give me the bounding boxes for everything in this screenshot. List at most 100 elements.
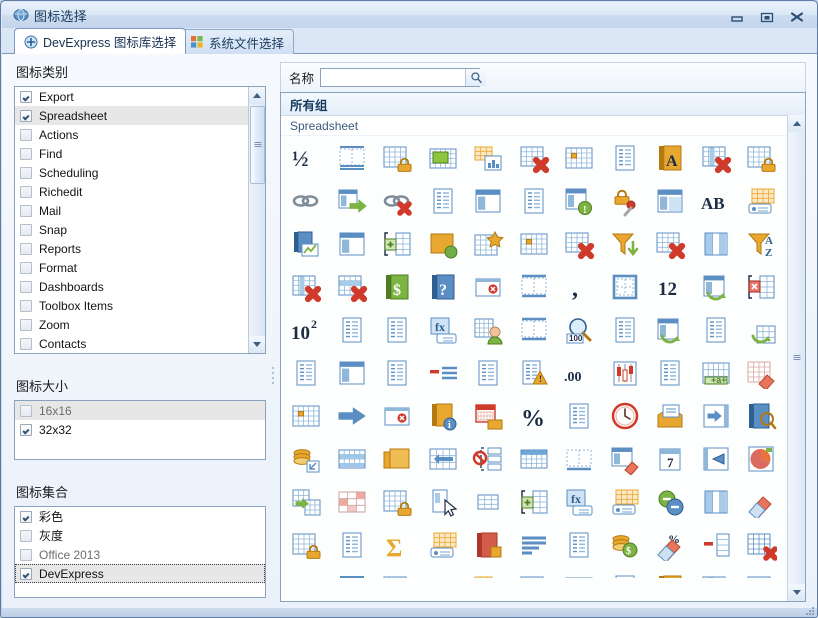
checkbox-icon[interactable] [20,280,32,293]
filter-sort-down-icon[interactable] [603,222,647,265]
table-restrict-icon[interactable] [466,437,510,480]
checkbox-icon[interactable] [20,147,32,160]
window-form-icon[interactable] [330,351,374,394]
column-delete-icon-partial[interactable] [694,566,738,578]
percent-glyph-icon[interactable]: % [512,394,556,437]
arrow-right-blue-icon[interactable] [330,394,374,437]
table-insert-column-icon[interactable] [375,222,419,265]
table-chart-icon[interactable] [466,136,510,179]
category-item-14[interactable]: Conditional Formatting [15,353,265,354]
link-break-icon[interactable] [375,179,419,222]
icon-grid[interactable]: ½A!ABAZ$?,12102fx100!.00+a+i%7fxΣ$%½A [281,136,787,601]
page-prev-icon[interactable] [694,437,738,480]
category-item-11[interactable]: Toolbox Items [15,296,265,315]
category-item-12[interactable]: Zoom [15,315,265,334]
document-lines3-icon[interactable] [330,523,374,566]
book-chart-icon[interactable] [284,222,328,265]
zoom-100-icon[interactable]: 100 [557,308,601,351]
document-grid4-icon[interactable] [284,351,328,394]
indent-decrease-icon[interactable] [421,351,465,394]
category-item-5[interactable]: Richedit [15,182,265,201]
window-panel-icon[interactable] [466,179,510,222]
book-dollar-icon[interactable]: $ [375,265,419,308]
checkbox-icon[interactable] [20,128,32,141]
checkbox-icon[interactable] [20,299,32,312]
panel-export-arrow-icon[interactable] [330,179,374,222]
table-export-green-icon[interactable] [284,480,328,523]
table-cell-highlight-icon[interactable] [512,222,556,265]
lock-key-icon[interactable] [603,179,647,222]
table-cell-orange2-icon[interactable] [284,394,328,437]
table-dashed-top-icon[interactable] [512,265,556,308]
table-header-blue-icon[interactable] [512,437,556,480]
table-rotate-icon[interactable] [739,308,783,351]
window-error-icon[interactable] [466,265,510,308]
zoom-out-circle-icon[interactable] [648,480,692,523]
cell-formula-fx-icon[interactable]: fx [557,480,601,523]
table-dashed-rows-icon-partial[interactable] [330,566,374,578]
eraser-tool-icon[interactable] [739,480,783,523]
autofill-a-icon[interactable]: +a+ [694,351,738,394]
checkbox-icon[interactable] [20,185,32,198]
set-item-2[interactable]: Office 2013 [15,545,265,564]
link-chain-icon[interactable] [284,179,328,222]
size-listbox[interactable]: 16x16 32x32 [14,400,266,460]
scroll-up-arrow-icon[interactable] [249,87,265,104]
row-delete-red-icon[interactable] [330,265,374,308]
filter-sort-az-icon[interactable]: AZ [739,222,783,265]
document-warning-icon[interactable]: ! [512,351,556,394]
set-item-1[interactable]: 灰度 [15,526,265,545]
checkbox-icon[interactable] [20,423,32,436]
calendar-7-icon[interactable]: 7 [648,437,692,480]
table-green-fill-icon-partial[interactable] [421,566,465,578]
size-item-1[interactable]: 32x32 [15,420,265,439]
icon-grid-scrollbar[interactable] [787,115,805,601]
columns-blue-icon[interactable] [694,222,738,265]
calendar-folder-icon[interactable] [466,394,510,437]
table-dashed-rows-icon[interactable] [330,136,374,179]
document-indent-icon[interactable] [694,308,738,351]
decimal-places-icon[interactable]: .00 [557,351,601,394]
document-grid-icon[interactable] [330,308,374,351]
table-delete-icon[interactable] [512,136,556,179]
document-lines-icon-partial[interactable] [603,566,647,578]
table-label-export-icon[interactable] [603,480,647,523]
panel-status-ok-icon[interactable]: ! [557,179,601,222]
size-item-0[interactable]: 16x16 [15,401,265,420]
book-letter-a-icon-partial[interactable]: A [648,566,692,578]
window-split-icon[interactable] [648,179,692,222]
icon-grid-panel[interactable]: 所有组 Spreadsheet ½ A! AB A Z $?, 12 10 2 fx 100! .00… [280,92,806,602]
table-protect-lock-icon-partial[interactable] [739,566,783,578]
coins-euro-icon[interactable]: $ [603,523,647,566]
category-item-13[interactable]: Contacts [15,334,265,353]
glyph-ab-icon[interactable]: AB [694,179,738,222]
table-small-icon[interactable] [466,480,510,523]
category-item-8[interactable]: Reports [15,239,265,258]
book-search-icon[interactable] [739,394,783,437]
checkbox-icon[interactable] [20,223,32,236]
table-lock3-icon[interactable] [284,523,328,566]
resize-gripper-icon[interactable] [804,605,814,615]
set-listbox[interactable]: 彩色 灰度 Office 2013 DevExpress [14,506,266,598]
scrollbar-thumb[interactable] [788,115,804,360]
table-eraser-icon[interactable] [739,351,783,394]
pie-chart-flag-icon[interactable] [739,437,783,480]
checkbox-icon[interactable] [20,337,32,350]
table-delete2-icon[interactable] [557,222,601,265]
search-field-wrapper[interactable] [320,68,487,87]
category-item-10[interactable]: Dashboards [15,277,265,296]
panel-refresh-icon[interactable] [694,265,738,308]
table-lock-icon[interactable] [375,136,419,179]
cell-error-grid-icon[interactable] [739,265,783,308]
checkbox-icon[interactable] [20,166,32,179]
book-question-icon[interactable]: ? [421,265,465,308]
table-lock-icon-partial[interactable] [375,566,419,578]
window-close-red-icon[interactable] [375,394,419,437]
maximize-button[interactable] [754,10,780,24]
category-item-7[interactable]: Snap [15,220,265,239]
category-item-9[interactable]: Format [15,258,265,277]
window-layout-icon[interactable] [330,222,374,265]
document-stripes-icon[interactable] [375,351,419,394]
table-user-icon[interactable] [466,308,510,351]
document-list-icon[interactable] [421,179,465,222]
